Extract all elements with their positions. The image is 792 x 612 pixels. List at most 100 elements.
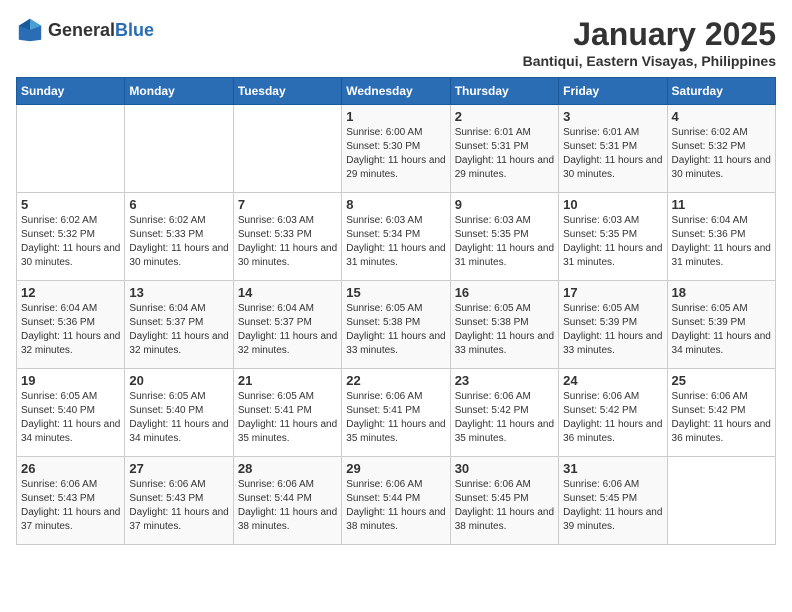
calendar-cell <box>667 457 775 545</box>
day-number: 16 <box>455 285 554 300</box>
day-number: 13 <box>129 285 228 300</box>
day-number: 24 <box>563 373 662 388</box>
day-info: Sunrise: 6:06 AM Sunset: 5:43 PM Dayligh… <box>129 478 228 534</box>
calendar-cell: 7Sunrise: 6:03 AM Sunset: 5:33 PM Daylig… <box>233 193 341 281</box>
day-info: Sunrise: 6:01 AM Sunset: 5:31 PM Dayligh… <box>455 126 554 182</box>
day-number: 21 <box>238 373 337 388</box>
day-info: Sunrise: 6:05 AM Sunset: 5:41 PM Dayligh… <box>238 390 337 446</box>
weekday-header-row: SundayMondayTuesdayWednesdayThursdayFrid… <box>17 78 776 105</box>
day-number: 15 <box>346 285 445 300</box>
calendar-cell: 18 Sunrise: 6:05 AM Sunset: 5:39 PM Dayli… <box>667 281 775 369</box>
calendar-cell: 30 Sunrise: 6:06 AM Sunset: 5:45 PM Dayli… <box>450 457 558 545</box>
calendar-cell <box>125 105 233 193</box>
calendar-cell: 25 Sunrise: 6:06 AM Sunset: 5:42 PM Dayli… <box>667 369 775 457</box>
calendar-cell <box>233 105 341 193</box>
day-info: Sunrise: 6:04 AM Sunset: 5:36 PM Dayligh… <box>21 302 120 358</box>
calendar-cell: 10Sunrise: 6:03 AM Sunset: 5:35 PM Dayli… <box>559 193 667 281</box>
calendar-cell <box>17 105 125 193</box>
calendar-cell: 13 Sunrise: 6:04 AM Sunset: 5:37 PM Dayli… <box>125 281 233 369</box>
day-number: 23 <box>455 373 554 388</box>
title-block: January 2025 Bantiqui, Eastern Visayas, … <box>523 16 776 69</box>
day-info: Sunrise: 6:05 AM Sunset: 5:39 PM Dayligh… <box>672 302 771 358</box>
day-info: Sunrise: 6:06 AM Sunset: 5:45 PM Dayligh… <box>563 478 662 534</box>
calendar-cell: 27 Sunrise: 6:06 AM Sunset: 5:43 PM Dayli… <box>125 457 233 545</box>
calendar-cell: 8Sunrise: 6:03 AM Sunset: 5:34 PM Daylig… <box>342 193 450 281</box>
calendar-cell: 9 Sunrise: 6:03 AM Sunset: 5:35 PM Daylig… <box>450 193 558 281</box>
weekday-header: Wednesday <box>342 78 450 105</box>
calendar-title: January 2025 <box>523 16 776 53</box>
day-number: 30 <box>455 461 554 476</box>
day-info: Sunrise: 6:06 AM Sunset: 5:41 PM Dayligh… <box>346 390 445 446</box>
day-number: 12 <box>21 285 120 300</box>
calendar-cell: 15 Sunrise: 6:05 AM Sunset: 5:38 PM Dayli… <box>342 281 450 369</box>
day-info: Sunrise: 6:05 AM Sunset: 5:40 PM Dayligh… <box>21 390 120 446</box>
page-header: GeneralBlue January 2025 Bantiqui, Easte… <box>16 16 776 69</box>
weekday-header: Thursday <box>450 78 558 105</box>
day-info: Sunrise: 6:04 AM Sunset: 5:36 PM Dayligh… <box>672 214 771 270</box>
day-number: 17 <box>563 285 662 300</box>
day-info: Sunrise: 6:06 AM Sunset: 5:44 PM Dayligh… <box>346 478 445 534</box>
day-info: Sunrise: 6:00 AM Sunset: 5:30 PM Dayligh… <box>346 126 445 182</box>
calendar-cell: 4 Sunrise: 6:02 AM Sunset: 5:32 PM Daylig… <box>667 105 775 193</box>
day-number: 8 <box>346 197 445 212</box>
day-number: 18 <box>672 285 771 300</box>
day-info: Sunrise: 6:06 AM Sunset: 5:43 PM Dayligh… <box>21 478 120 534</box>
day-number: 31 <box>563 461 662 476</box>
day-info: Sunrise: 6:02 AM Sunset: 5:32 PM Dayligh… <box>672 126 771 182</box>
day-number: 2 <box>455 109 554 124</box>
calendar-cell: 22Sunrise: 6:06 AM Sunset: 5:41 PM Dayli… <box>342 369 450 457</box>
day-number: 25 <box>672 373 771 388</box>
calendar-week-row: 5Sunrise: 6:02 AM Sunset: 5:32 PM Daylig… <box>17 193 776 281</box>
day-number: 7 <box>238 197 337 212</box>
logo-icon <box>16 16 44 44</box>
calendar-subtitle: Bantiqui, Eastern Visayas, Philippines <box>523 53 776 69</box>
logo-general: General <box>48 20 115 40</box>
day-info: Sunrise: 6:06 AM Sunset: 5:42 PM Dayligh… <box>563 390 662 446</box>
day-info: Sunrise: 6:02 AM Sunset: 5:32 PM Dayligh… <box>21 214 120 270</box>
calendar-table: SundayMondayTuesdayWednesdayThursdayFrid… <box>16 77 776 545</box>
day-info: Sunrise: 6:03 AM Sunset: 5:35 PM Dayligh… <box>455 214 554 270</box>
day-number: 14 <box>238 285 337 300</box>
calendar-cell: 17Sunrise: 6:05 AM Sunset: 5:39 PM Dayli… <box>559 281 667 369</box>
day-number: 20 <box>129 373 228 388</box>
day-number: 29 <box>346 461 445 476</box>
day-number: 1 <box>346 109 445 124</box>
weekday-header: Monday <box>125 78 233 105</box>
day-info: Sunrise: 6:05 AM Sunset: 5:40 PM Dayligh… <box>129 390 228 446</box>
calendar-week-row: 1 Sunrise: 6:00 AM Sunset: 5:30 PM Daylig… <box>17 105 776 193</box>
calendar-week-row: 19 Sunrise: 6:05 AM Sunset: 5:40 PM Dayli… <box>17 369 776 457</box>
calendar-cell: 20 Sunrise: 6:05 AM Sunset: 5:40 PM Dayli… <box>125 369 233 457</box>
day-info: Sunrise: 6:01 AM Sunset: 5:31 PM Dayligh… <box>563 126 662 182</box>
calendar-cell: 1 Sunrise: 6:00 AM Sunset: 5:30 PM Daylig… <box>342 105 450 193</box>
day-number: 11 <box>672 197 771 212</box>
day-number: 6 <box>129 197 228 212</box>
weekday-header: Friday <box>559 78 667 105</box>
day-info: Sunrise: 6:04 AM Sunset: 5:37 PM Dayligh… <box>238 302 337 358</box>
calendar-cell: 26 Sunrise: 6:06 AM Sunset: 5:43 PM Dayli… <box>17 457 125 545</box>
day-number: 26 <box>21 461 120 476</box>
calendar-cell: 5Sunrise: 6:02 AM Sunset: 5:32 PM Daylig… <box>17 193 125 281</box>
day-info: Sunrise: 6:03 AM Sunset: 5:35 PM Dayligh… <box>563 214 662 270</box>
calendar-week-row: 12 Sunrise: 6:04 AM Sunset: 5:36 PM Dayli… <box>17 281 776 369</box>
calendar-cell: 19 Sunrise: 6:05 AM Sunset: 5:40 PM Dayli… <box>17 369 125 457</box>
day-number: 28 <box>238 461 337 476</box>
day-number: 4 <box>672 109 771 124</box>
day-number: 19 <box>21 373 120 388</box>
day-number: 3 <box>563 109 662 124</box>
day-info: Sunrise: 6:05 AM Sunset: 5:38 PM Dayligh… <box>346 302 445 358</box>
calendar-cell: 16Sunrise: 6:05 AM Sunset: 5:38 PM Dayli… <box>450 281 558 369</box>
calendar-week-row: 26 Sunrise: 6:06 AM Sunset: 5:43 PM Dayli… <box>17 457 776 545</box>
day-info: Sunrise: 6:02 AM Sunset: 5:33 PM Dayligh… <box>129 214 228 270</box>
calendar-cell: 12 Sunrise: 6:04 AM Sunset: 5:36 PM Dayli… <box>17 281 125 369</box>
day-info: Sunrise: 6:06 AM Sunset: 5:44 PM Dayligh… <box>238 478 337 534</box>
calendar-cell: 24 Sunrise: 6:06 AM Sunset: 5:42 PM Dayli… <box>559 369 667 457</box>
day-number: 9 <box>455 197 554 212</box>
calendar-cell: 29 Sunrise: 6:06 AM Sunset: 5:44 PM Dayli… <box>342 457 450 545</box>
day-info: Sunrise: 6:06 AM Sunset: 5:45 PM Dayligh… <box>455 478 554 534</box>
day-info: Sunrise: 6:06 AM Sunset: 5:42 PM Dayligh… <box>672 390 771 446</box>
calendar-cell: 2 Sunrise: 6:01 AM Sunset: 5:31 PM Daylig… <box>450 105 558 193</box>
day-number: 27 <box>129 461 228 476</box>
calendar-cell: 23Sunrise: 6:06 AM Sunset: 5:42 PM Dayli… <box>450 369 558 457</box>
weekday-header: Tuesday <box>233 78 341 105</box>
day-info: Sunrise: 6:04 AM Sunset: 5:37 PM Dayligh… <box>129 302 228 358</box>
